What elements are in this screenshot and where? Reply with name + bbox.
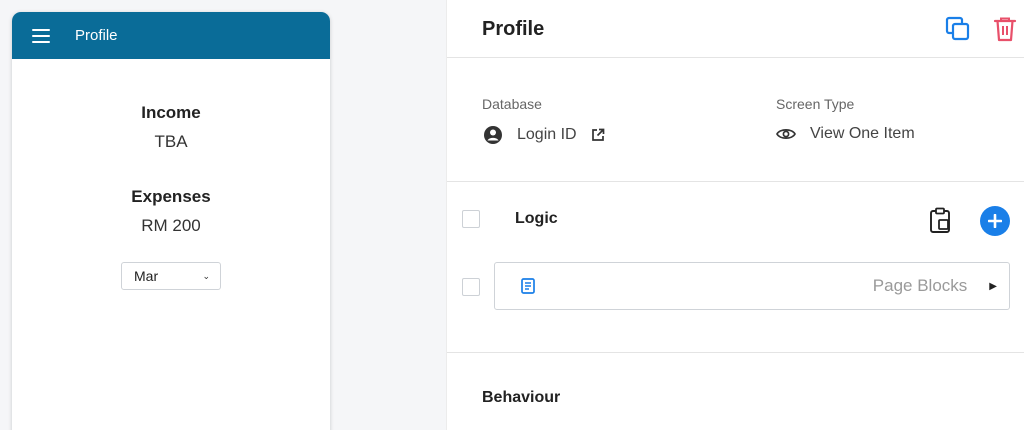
properties-panel: Profile Database Login ID Screen Type Vi… (446, 0, 1024, 430)
preview-body: Income TBA Expenses RM 200 Mar ⌄ (12, 59, 330, 290)
delete-button[interactable] (992, 15, 1018, 43)
caret-right-icon: ▶ (989, 280, 997, 292)
clipboard-icon (930, 207, 950, 233)
screen-meta: Database Login ID Screen Type View One I… (447, 58, 1024, 182)
account-circle-icon (483, 125, 503, 145)
add-button[interactable] (980, 206, 1010, 236)
behaviour-title: Behaviour (482, 389, 561, 406)
database-value[interactable]: Login ID (483, 125, 605, 145)
page-blocks-checkbox[interactable] (462, 278, 480, 296)
logic-section: Logic Page Blocks ▶ (447, 182, 1024, 353)
income-label: Income (141, 103, 201, 122)
hamburger-icon[interactable] (32, 28, 50, 43)
screen-type-value: View One Item (776, 125, 915, 143)
document-icon (521, 278, 535, 294)
screen-type-value-text: View One Item (810, 125, 915, 142)
month-select[interactable]: Mar ⌄ (121, 262, 221, 290)
app-header: Profile (12, 12, 330, 59)
trash-icon (993, 17, 1017, 42)
page-blocks-item[interactable]: Page Blocks ▶ (494, 262, 1010, 310)
page-blocks-label: Page Blocks (872, 276, 968, 295)
eye-icon (776, 127, 796, 141)
chevron-down-icon: ⌄ (202, 270, 210, 281)
copy-button[interactable] (944, 15, 972, 43)
database-label: Database (482, 96, 542, 112)
app-header-title: Profile (75, 27, 118, 44)
panel-title: Profile (482, 18, 545, 40)
paste-button[interactable] (929, 206, 951, 234)
expenses-label: Expenses (131, 187, 211, 206)
month-select-value: Mar (134, 268, 159, 284)
database-value-text: Login ID (517, 126, 577, 143)
plus-icon (988, 214, 1002, 228)
income-value: TBA (154, 132, 188, 151)
phone-preview: Profile Income TBA Expenses RM 200 Mar ⌄ (12, 12, 330, 430)
logic-checkbox[interactable] (462, 210, 480, 228)
screen-type-label: Screen Type (776, 96, 855, 112)
copy-icon (945, 16, 970, 41)
logic-title: Logic (515, 210, 558, 227)
external-link-icon[interactable] (591, 128, 605, 142)
expenses-value: RM 200 (141, 216, 201, 235)
panel-header: Profile (447, 0, 1024, 58)
